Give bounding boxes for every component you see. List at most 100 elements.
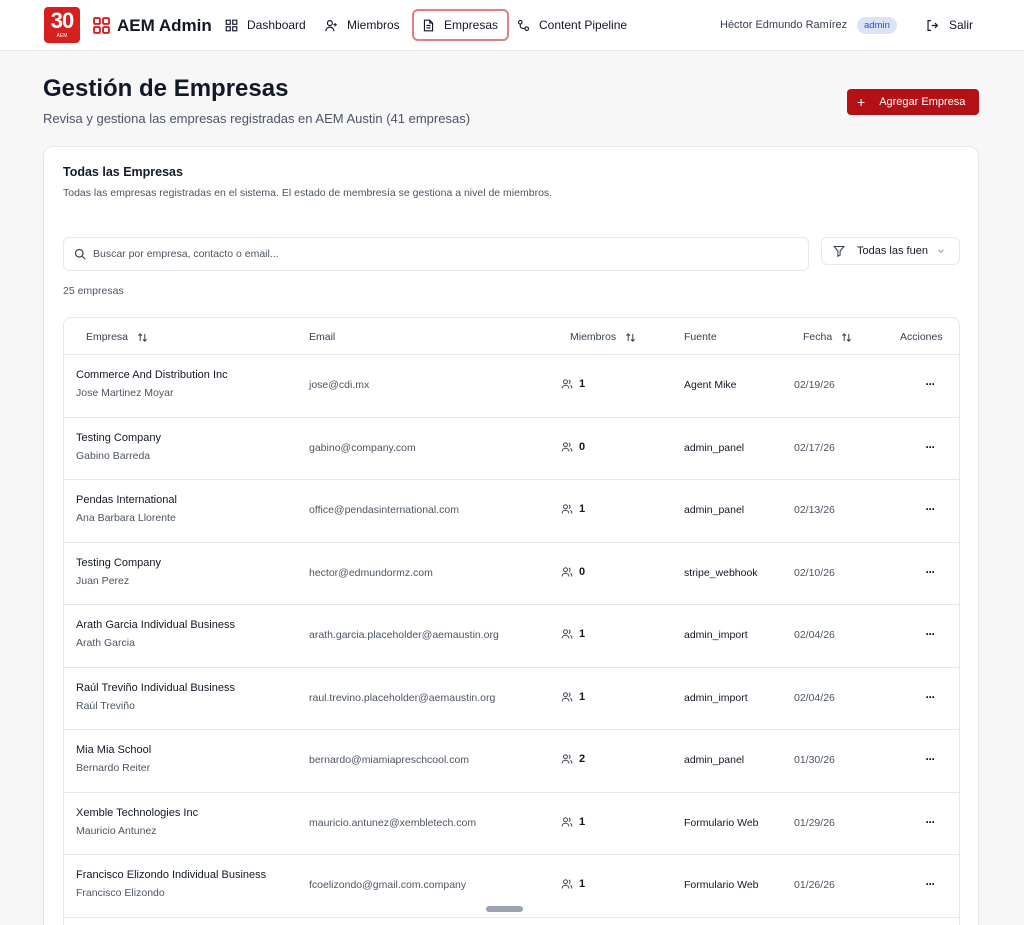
members-count-value: 1 (579, 878, 586, 890)
company-name: Mia Mia School (76, 744, 152, 756)
sort-icon (138, 332, 147, 342)
th-members[interactable]: Miembros (570, 331, 636, 343)
th-company-label: Empresa (86, 331, 129, 343)
filter-icon (833, 245, 845, 257)
logo-sub: AEM (56, 33, 68, 39)
add-company-button[interactable]: + Agregar Empresa (847, 89, 979, 115)
members-icon (561, 816, 573, 827)
nav-miembros-label: Miembros (347, 18, 400, 32)
row-actions-menu-icon[interactable]: ··· (921, 877, 939, 891)
th-source: Fuente (684, 331, 717, 343)
sort-icon (842, 332, 852, 342)
members-count-value: 1 (579, 503, 586, 515)
members-icon (561, 441, 573, 452)
company-date: 02/17/26 (794, 441, 835, 454)
nav-miembros[interactable]: Miembros (325, 9, 400, 41)
source-filter-select[interactable]: Todas las fuen (821, 237, 960, 265)
search-box[interactable] (63, 237, 809, 271)
members-count: 1 (561, 378, 585, 390)
contact-name: Francisco Elizondo (76, 887, 165, 899)
th-company[interactable]: Empresa (86, 331, 148, 343)
row-actions-menu-icon[interactable]: ··· (921, 565, 939, 579)
company-source: Agent Mike (684, 379, 737, 391)
results-count: 25 empresas (63, 285, 124, 297)
row-actions-menu-icon[interactable]: ··· (921, 752, 939, 766)
company-date: 02/13/26 (794, 504, 835, 516)
contact-name: Jose Martinez Moyar (76, 387, 174, 399)
company-email: raul.trevino.placeholder@aemaustin.org (309, 691, 496, 704)
company-source: admin_import (684, 691, 748, 704)
table-row[interactable]: Arath Garcia Individual Business Arath Ga… (64, 605, 959, 668)
th-source-label: Fuente (684, 331, 717, 343)
company-date: 01/26/26 (794, 879, 835, 891)
role-badge: admin (857, 17, 897, 34)
members-icon (561, 754, 573, 764)
search-icon (74, 248, 86, 260)
row-actions-menu-icon[interactable]: ··· (921, 502, 939, 516)
members-count: 0 (561, 441, 585, 453)
company-email: office@pendasinternational.com (309, 504, 459, 516)
card-title: Todas las Empresas (63, 165, 183, 179)
members-icon (561, 379, 573, 389)
th-members-label: Miembros (570, 331, 617, 343)
nav-dashboard-label: Dashboard (247, 18, 306, 32)
company-name: Raúl Treviño Individual Business (76, 681, 235, 694)
company-email: jose@cdi.mx (309, 379, 370, 391)
aem-30-logo[interactable]: 30 AEM (44, 7, 80, 43)
company-email: fcoelizondo@gmail.com.company (309, 879, 467, 891)
company-name: Testing Company (76, 556, 161, 569)
table-row[interactable]: Raúl Treviño Individual Business Raúl Tre… (64, 668, 959, 730)
row-actions-menu-icon[interactable]: ··· (921, 627, 939, 641)
th-date-label: Fecha (803, 331, 833, 343)
table-row[interactable]: Mia Mia School Bernardo Reiter bernardo@mi… (64, 730, 959, 793)
row-actions-menu-icon[interactable]: ··· (921, 440, 939, 454)
company-email: hector@edmundormz.com (309, 566, 433, 579)
members-count: 1 (561, 503, 585, 515)
row-actions-menu-icon[interactable]: ··· (921, 815, 939, 829)
table-row[interactable]: Pendas International Ana Barbara Llorente… (64, 480, 959, 543)
table-row[interactable]: Commerce And Distribution Inc Jose Martin… (64, 355, 959, 418)
nav-dashboard[interactable]: Dashboard (225, 9, 306, 41)
contact-name: Ana Barbara Llorente (76, 512, 176, 524)
table-row[interactable]: Testing Company Gabino Barreda gabino@comp… (64, 418, 959, 480)
th-date[interactable]: Fecha (803, 331, 852, 343)
members-count-value: 1 (579, 378, 586, 390)
dashboard-grid-icon (225, 19, 238, 31)
contact-name: Gabino Barreda (76, 449, 151, 462)
row-actions-menu-icon[interactable]: ··· (921, 377, 939, 391)
table-row[interactable]: Xemble Technologies Inc Mauricio Antunez m… (64, 793, 959, 855)
table-row[interactable]: Testing Company Juan Perez hector@edmundor… (64, 543, 959, 605)
brand-title[interactable]: AEM Admin (117, 16, 212, 36)
search-input[interactable] (93, 248, 693, 260)
logout-button[interactable]: Salir (926, 18, 973, 32)
company-name: Testing Company (76, 431, 161, 444)
members-count-value: 2 (579, 753, 586, 765)
nav-empresas[interactable]: Empresas (412, 9, 510, 41)
company-date: 01/30/26 (794, 754, 835, 766)
members-count-value: 0 (579, 565, 586, 578)
members-icon (561, 879, 573, 889)
company-source: stripe_webhook (684, 566, 758, 579)
user-plus-icon (325, 19, 337, 31)
members-count: 0 (561, 566, 585, 578)
company-name: Francisco Elizondo Individual Business (76, 869, 267, 881)
company-source: Formulario Web (684, 879, 759, 891)
nav-content-pipeline-label: Content Pipeline (539, 18, 628, 32)
source-filter-value: Todas las fuen (857, 245, 928, 257)
company-email: arath.garcia.placeholder@aemaustin.org (309, 629, 499, 641)
nav-content-pipeline[interactable]: Content Pipeline (517, 9, 627, 41)
contact-name: Arath Garcia (76, 637, 135, 649)
table-header: Empresa Email Miembros Fuente Fecha Acci… (64, 318, 959, 355)
logo-number: 30 (50, 8, 74, 33)
top-navbar: 30 AEM AEM Admin Dashboard Miembros Empr… (0, 0, 1024, 51)
members-count-value: 0 (579, 440, 586, 453)
row-actions-menu-icon[interactable]: ··· (921, 690, 939, 704)
company-date: 01/29/26 (794, 816, 835, 829)
company-date: 02/19/26 (794, 379, 835, 391)
th-actions-label: Acciones (900, 331, 943, 343)
company-date: 02/10/26 (794, 566, 835, 579)
contact-name: Bernardo Reiter (76, 762, 151, 774)
companies-table: Empresa Email Miembros Fuente Fecha Acci… (63, 317, 960, 925)
add-company-label: Agregar Empresa (879, 96, 966, 108)
scroll-handle[interactable] (486, 906, 523, 912)
